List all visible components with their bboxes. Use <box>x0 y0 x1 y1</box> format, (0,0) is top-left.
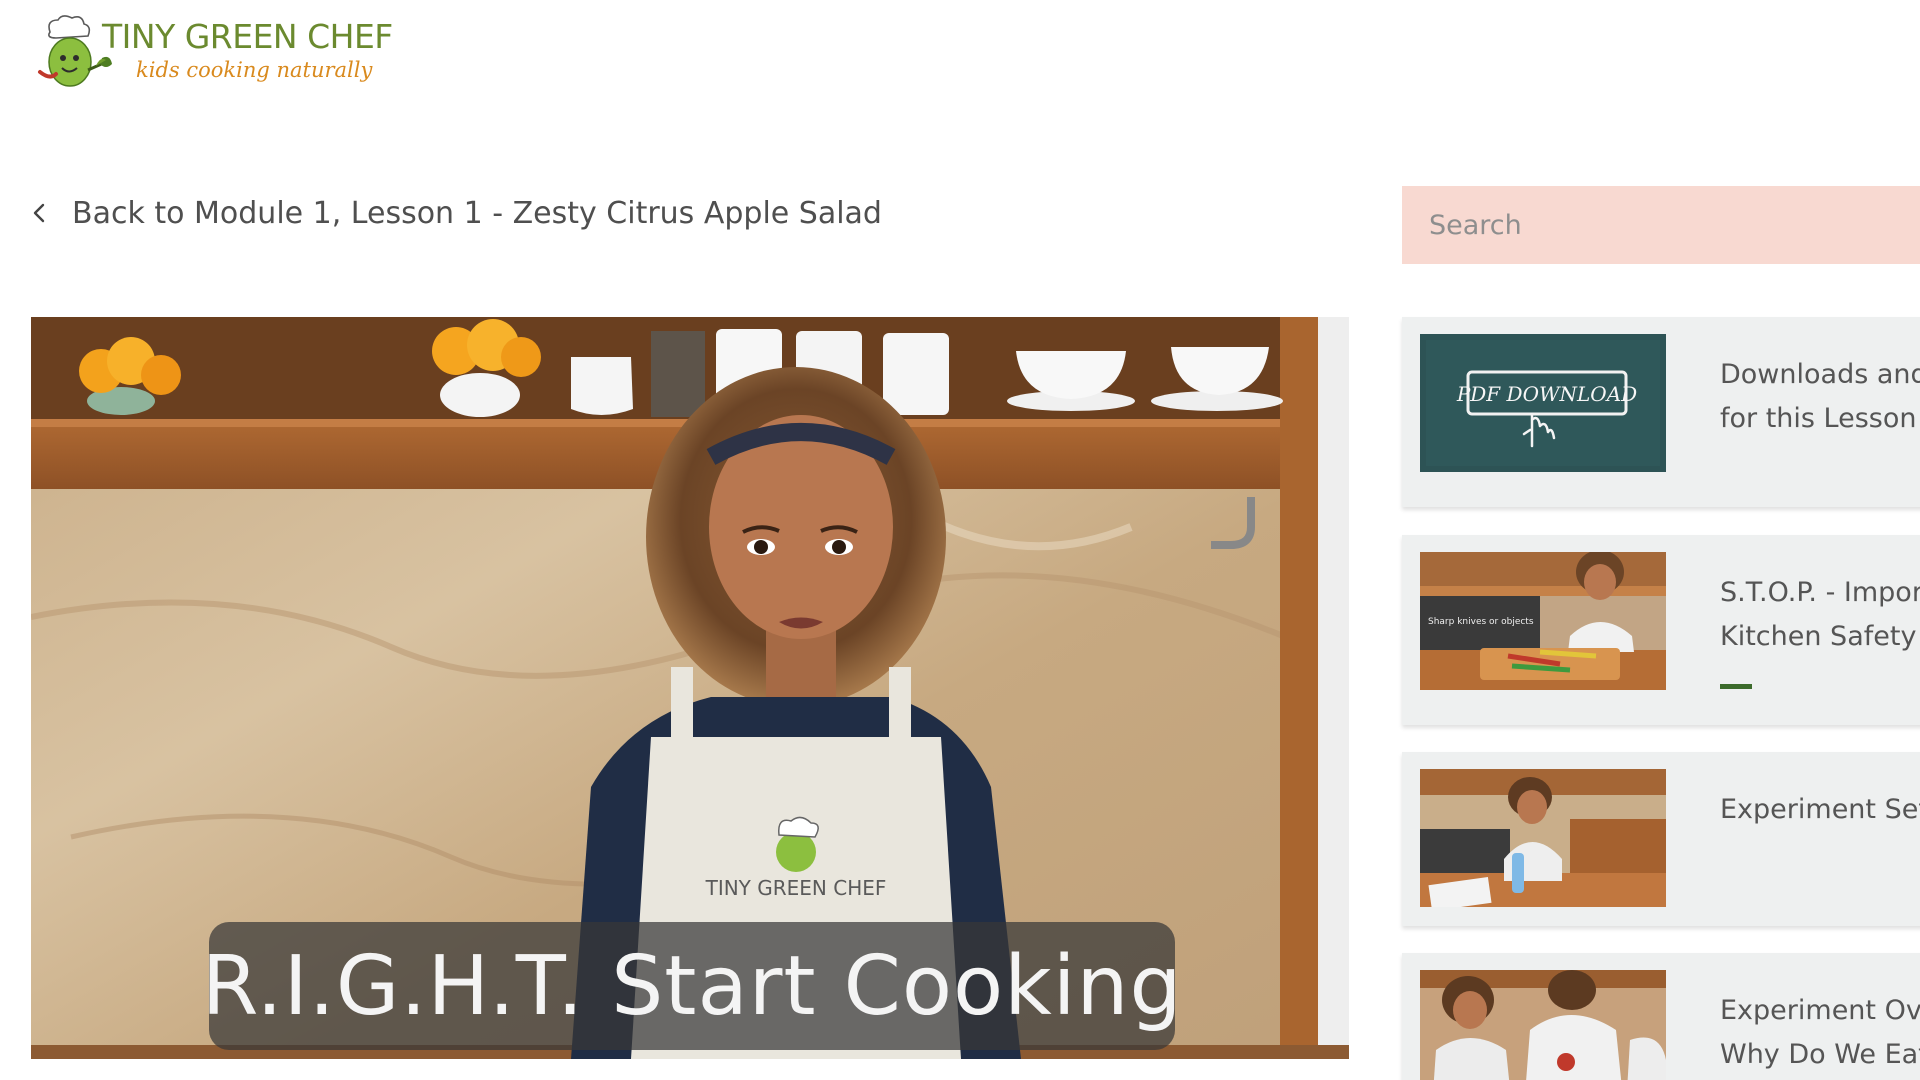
lesson-thumbnail <box>1420 769 1666 907</box>
chevron-left-icon <box>33 203 45 223</box>
lesson-title-line-1: Experiment Set- <box>1720 794 1920 825</box>
lesson-title-line-2: for this Lesson <box>1720 403 1917 434</box>
lesson-card-experiment-overview[interactable]: Experiment Ove Why Do We Eat? <box>1402 953 1920 1080</box>
kitchen-safety-thumbnail: Sharp knives or objects <box>1420 552 1666 690</box>
lesson-thumbnail: Sharp knives or objects <box>1420 552 1666 690</box>
lesson-title-line-1: Downloads and <box>1720 359 1920 390</box>
logo-tagline: kids cooking naturally <box>136 58 373 82</box>
pdf-download-chalkboard-thumbnail: PDF DOWNLOAD <box>1420 334 1666 472</box>
apron-logo-text: TINY GREEN CHEF <box>705 876 887 900</box>
experiment-setup-thumbnail <box>1420 769 1666 907</box>
lesson-card-experiment-setup[interactable]: Experiment Set- <box>1402 752 1920 926</box>
logo-name: TINY GREEN CHEF <box>102 17 393 56</box>
lesson-title-line-1: Experiment Ove <box>1720 995 1920 1026</box>
lesson-title: Downloads and for this Lesson <box>1720 353 1920 441</box>
lesson-card-kitchen-safety[interactable]: Sharp knives or objects S.T.O.P. - Impor… <box>1402 535 1920 725</box>
lesson-thumbnail: PDF DOWNLOAD <box>1420 334 1666 472</box>
lesson-page: TINY GREEN CHEF kids cooking naturally B… <box>0 0 1920 1080</box>
lesson-title: S.T.O.P. - Import Kitchen Safety <box>1720 571 1920 659</box>
lesson-progress-bar <box>1720 684 1752 689</box>
experiment-kids-thumbnail <box>1420 970 1666 1080</box>
lesson-thumbnail <box>1420 970 1666 1080</box>
lesson-video-player[interactable]: TINY GREEN CHEF R.I.G.H.T. Start Cooking <box>31 317 1349 1059</box>
lesson-title: Experiment Ove Why Do We Eat? <box>1720 989 1920 1077</box>
back-to-lesson-link[interactable]: Back to Module 1, Lesson 1 - Zesty Citru… <box>28 192 882 234</box>
search-input[interactable] <box>1402 186 1920 264</box>
lesson-title-line-1: S.T.O.P. - Import <box>1720 577 1920 608</box>
site-logo[interactable]: TINY GREEN CHEF kids cooking naturally <box>36 14 393 94</box>
lesson-title: Experiment Set- <box>1720 788 1920 832</box>
lesson-title-line-2: Why Do We Eat? <box>1720 1039 1920 1070</box>
video-caption: R.I.G.H.T. Start Cooking <box>202 922 1182 1050</box>
pdf-download-text: PDF DOWNLOAD <box>1456 382 1637 406</box>
back-link-label: Back to Module 1, Lesson 1 - Zesty Citru… <box>72 195 882 231</box>
thumb-overlay-text: Sharp knives or objects <box>1428 617 1534 627</box>
lesson-card-downloads[interactable]: PDF DOWNLOAD Downloads and for this Less… <box>1402 317 1920 507</box>
lesson-title-line-2: Kitchen Safety <box>1720 621 1917 652</box>
